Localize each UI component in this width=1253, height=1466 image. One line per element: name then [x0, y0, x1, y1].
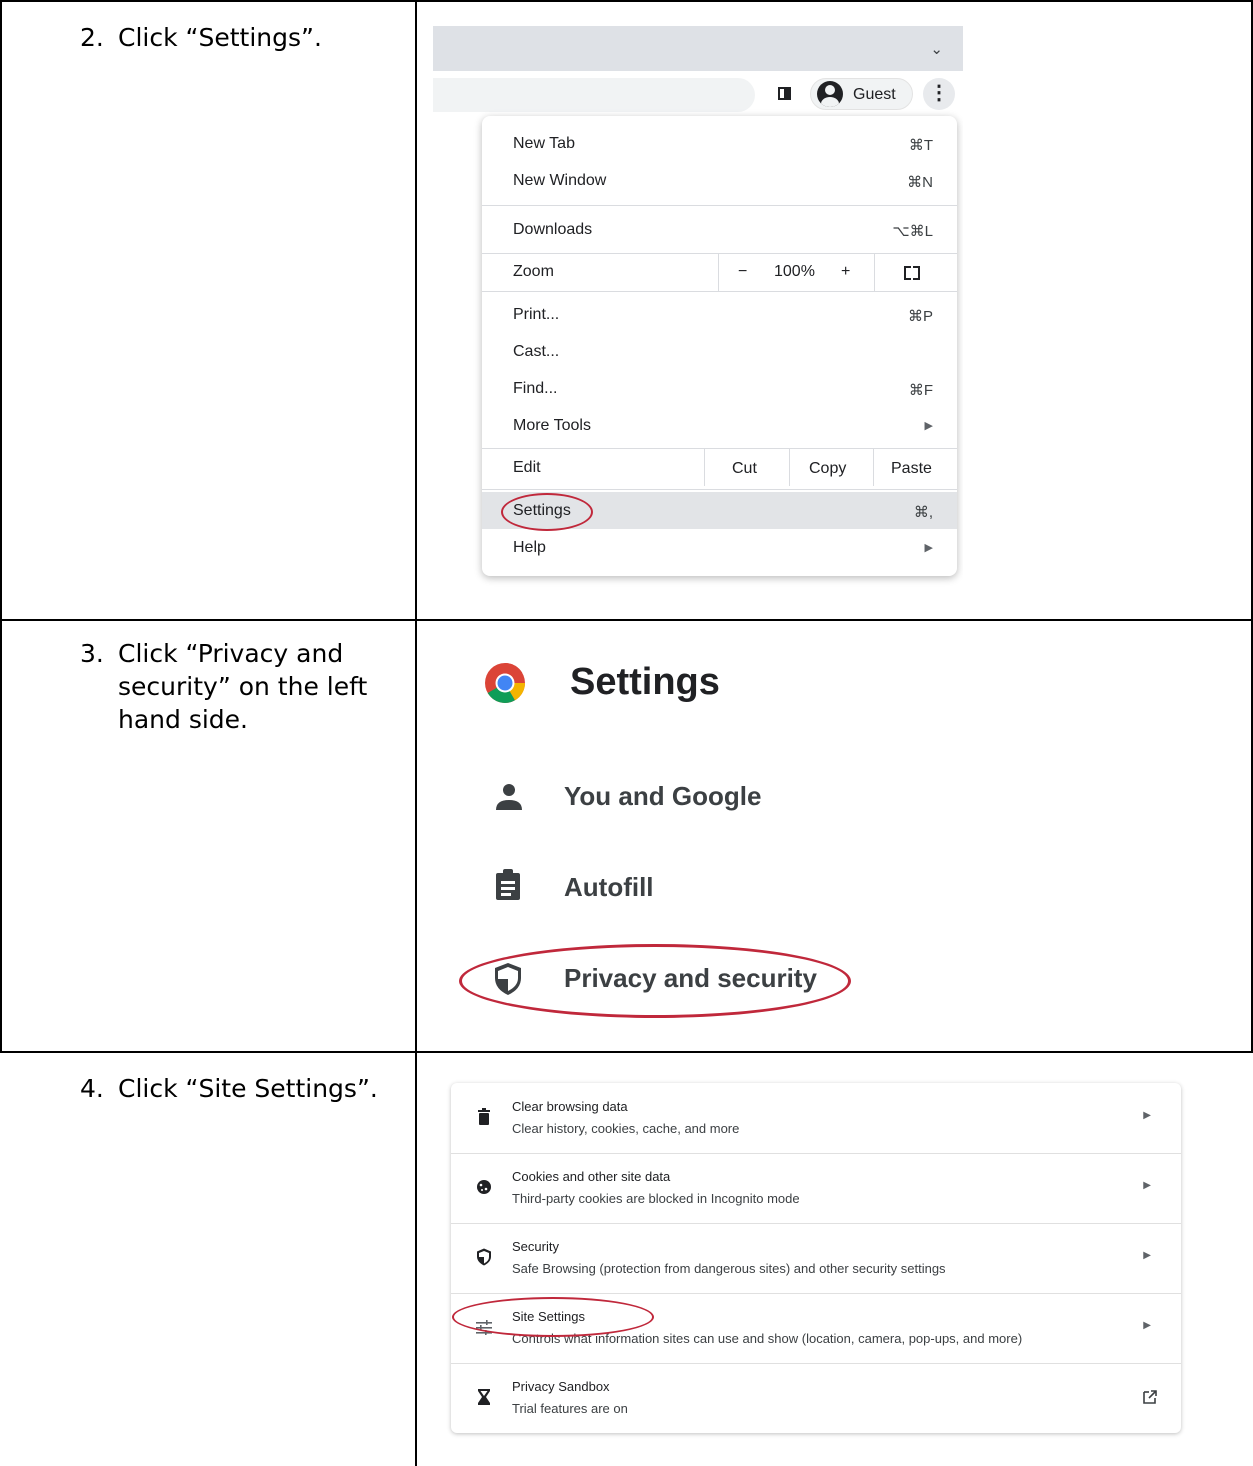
row-subtitle: Clear history, cookies, cache, and more	[512, 1121, 740, 1136]
cut-button[interactable]: Cut	[732, 460, 757, 478]
cookie-icon	[477, 1180, 491, 1194]
menu-separator	[482, 291, 957, 292]
profile-button[interactable]: Guest	[810, 78, 913, 110]
step-text: Click “Settings”.	[118, 23, 322, 52]
nav-label: You and Google	[564, 781, 762, 811]
menu-divider	[873, 448, 874, 486]
flask-icon	[478, 1389, 490, 1405]
menu-separator	[482, 253, 957, 254]
menu-item-label: Print...	[513, 306, 560, 323]
menu-item-label: Edit	[513, 459, 541, 476]
step-number: 2.	[80, 23, 104, 52]
menu-item-shortcut: ⌘,	[913, 504, 933, 521]
menu-item-more-tools[interactable]: More Tools ▶	[482, 409, 957, 443]
chevron-right-icon: ▶	[1143, 1180, 1151, 1191]
menu-item-new-tab[interactable]: New Tab ⌘T	[482, 127, 957, 161]
menu-separator	[482, 205, 957, 206]
privacy-settings-card: Clear browsing data Clear history, cooki…	[451, 1083, 1181, 1433]
menu-item-new-window[interactable]: New Window ⌘N	[482, 164, 957, 198]
row-security[interactable]: Security Safe Browsing (protection from …	[451, 1223, 1181, 1293]
zoom-level: 100%	[774, 263, 815, 280]
trash-icon	[478, 1108, 490, 1125]
step-text: Click “Site Settings”.	[118, 1074, 378, 1103]
highlight-circle	[452, 1297, 654, 1337]
chrome-main-menu: New Tab ⌘T New Window ⌘N Downloads ⌥⌘L Z…	[482, 116, 957, 576]
address-bar[interactable]	[433, 78, 755, 112]
nav-label: Autofill	[564, 872, 654, 902]
browser-toolbar: Guest ⋮	[433, 71, 963, 116]
menu-item-label: New Window	[513, 172, 607, 189]
menu-item-shortcut: ⌥⌘L	[892, 223, 933, 240]
menu-item-shortcut: ⌘F	[908, 382, 933, 399]
chevron-down-icon[interactable]: ⌄	[930, 40, 943, 58]
tab-strip: ⌄	[433, 26, 963, 71]
side-panel-icon[interactable]	[778, 87, 791, 100]
row-title: Security	[512, 1239, 559, 1254]
menu-item-shortcut: ⌘P	[907, 308, 933, 325]
table-border-top	[0, 0, 1253, 2]
table-row-divider	[0, 1051, 1253, 1053]
menu-item-label: Cast...	[513, 343, 560, 360]
highlight-circle	[501, 493, 593, 531]
menu-divider	[704, 448, 705, 486]
menu-item-label: More Tools	[513, 417, 591, 434]
menu-divider	[874, 253, 875, 291]
profile-label: Guest	[853, 86, 896, 103]
menu-item-shortcut: ⌘N	[907, 174, 933, 191]
menu-separator	[482, 448, 957, 449]
step-number: 3.	[80, 639, 104, 668]
step-text: Click “Privacy and security” on the left…	[118, 639, 368, 734]
row-subtitle: Trial features are on	[512, 1401, 628, 1416]
menu-item-label: Zoom	[513, 263, 554, 280]
menu-separator	[482, 489, 957, 490]
settings-title: Settings	[570, 661, 720, 703]
menu-item-zoom: Zoom	[482, 255, 957, 289]
menu-item-edit: Edit	[482, 451, 957, 485]
avatar-icon	[817, 81, 843, 107]
shield-icon	[477, 1248, 491, 1266]
row-title: Clear browsing data	[512, 1099, 628, 1114]
table-column-divider	[415, 0, 417, 1466]
clipboard-icon	[496, 869, 520, 900]
menu-item-label: New Tab	[513, 135, 575, 152]
row-title: Cookies and other site data	[512, 1169, 671, 1184]
row-privacy-sandbox[interactable]: Privacy Sandbox Trial features are on	[451, 1363, 1181, 1433]
chrome-menu-screenshot: ⌄ Guest ⋮ New Tab ⌘T New Window ⌘N Downl…	[433, 26, 963, 590]
open-in-new-icon[interactable]	[1143, 1390, 1157, 1404]
chevron-right-icon: ▶	[1143, 1250, 1151, 1261]
row-clear-browsing-data[interactable]: Clear browsing data Clear history, cooki…	[451, 1083, 1181, 1153]
highlight-circle	[459, 944, 851, 1018]
menu-item-label: Find...	[513, 380, 558, 397]
menu-item-print[interactable]: Print... ⌘P	[482, 298, 957, 332]
paste-button[interactable]: Paste	[891, 460, 932, 478]
menu-divider	[789, 448, 790, 486]
table-row-divider	[0, 619, 1253, 621]
menu-divider	[718, 253, 719, 291]
row-subtitle: Safe Browsing (protection from dangerous…	[512, 1261, 946, 1276]
submenu-arrow-icon: ▶	[924, 420, 933, 432]
menu-item-label: Downloads	[513, 221, 593, 238]
more-menu-icon[interactable]: ⋮	[923, 78, 955, 110]
chevron-right-icon: ▶	[1143, 1320, 1151, 1331]
menu-item-shortcut: ⌘T	[908, 137, 933, 154]
row-cookies[interactable]: Cookies and other site data Third-party …	[451, 1153, 1181, 1223]
row-title: Privacy Sandbox	[512, 1379, 610, 1394]
fullscreen-icon[interactable]	[904, 266, 920, 280]
menu-item-find[interactable]: Find... ⌘F	[482, 372, 957, 406]
row-subtitle: Third-party cookies are blocked in Incog…	[512, 1191, 800, 1206]
step-number: 4.	[80, 1074, 104, 1103]
zoom-out-button[interactable]: −	[738, 263, 747, 281]
menu-item-downloads[interactable]: Downloads ⌥⌘L	[482, 213, 957, 247]
submenu-arrow-icon: ▶	[924, 542, 933, 554]
menu-item-label: Help	[513, 539, 546, 556]
copy-button[interactable]: Copy	[809, 460, 846, 478]
zoom-in-button[interactable]: +	[841, 263, 850, 281]
menu-item-cast[interactable]: Cast...	[482, 335, 957, 369]
person-icon	[496, 784, 522, 810]
menu-item-help[interactable]: Help ▶	[482, 531, 957, 565]
chevron-right-icon: ▶	[1143, 1110, 1151, 1121]
table-border-left	[0, 0, 2, 1051]
chrome-logo-icon	[485, 663, 525, 703]
